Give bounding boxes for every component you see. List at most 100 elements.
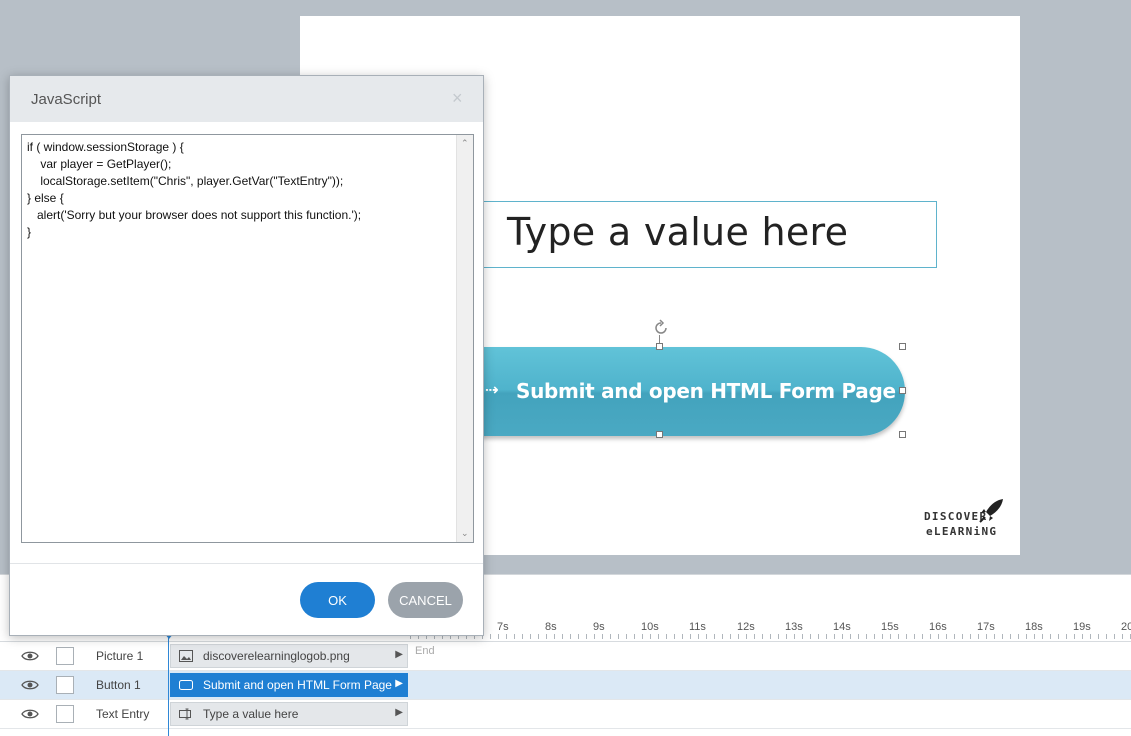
tick-label: 16s: [929, 621, 947, 633]
ruler-tick: [754, 634, 755, 639]
ruler-tick: [602, 634, 603, 639]
ruler-tick: [586, 634, 587, 639]
timeline-bar[interactable]: Type a value here ▶: [170, 702, 408, 726]
resize-handle-right[interactable]: [899, 387, 906, 394]
chevron-down-icon[interactable]: ⌄: [461, 528, 469, 539]
arrow-right-icon: ⇢: [485, 382, 499, 399]
tick-label: 13s: [785, 621, 803, 633]
ok-button[interactable]: OK: [300, 582, 375, 618]
playhead[interactable]: [168, 636, 169, 736]
ruler-tick: [722, 634, 723, 639]
timeline-row[interactable]: Button 1 Submit and open HTML Form Page …: [0, 671, 1131, 700]
resize-handle-top-right[interactable]: [899, 343, 906, 350]
ruler-tick: [522, 634, 523, 639]
eye-icon[interactable]: [21, 678, 39, 692]
ruler-tick: [594, 634, 595, 639]
timeline-bar[interactable]: discoverelearninglogob.png ▶: [170, 644, 408, 668]
resize-handle-bottom[interactable]: [656, 431, 663, 438]
row-name: Picture 1: [96, 649, 144, 663]
code-line: }: [27, 225, 32, 239]
tick-label: 17s: [977, 621, 995, 633]
ruler-tick: [674, 634, 675, 639]
ruler-tick: [1098, 634, 1099, 639]
ruler-tick: [834, 634, 835, 639]
javascript-code-input[interactable]: if ( window.sessionStorage ) { var playe…: [21, 134, 474, 543]
ruler-tick: [898, 634, 899, 639]
ruler-tick: [1034, 634, 1035, 639]
ruler-tick: [954, 634, 955, 639]
ruler-tick: [690, 634, 691, 639]
ruler-tick: [946, 634, 947, 639]
ruler-tick: [570, 634, 571, 639]
code-scrollbar[interactable]: ⌃ ⌄: [456, 135, 473, 542]
ruler-tick: [658, 634, 659, 639]
timeline-bar[interactable]: Submit and open HTML Form Page ▶: [170, 673, 408, 697]
ruler-tick: [1106, 634, 1107, 639]
ruler-tick: [930, 634, 931, 639]
ruler-tick: [666, 634, 667, 639]
eye-icon[interactable]: [21, 707, 39, 721]
ruler-tick: [938, 634, 939, 639]
ruler-tick: [634, 634, 635, 639]
eye-icon[interactable]: [21, 649, 39, 663]
dialog-header[interactable]: JavaScript ×: [10, 76, 483, 122]
expand-arrow-icon[interactable]: ▶: [395, 649, 403, 660]
text-entry-placeholder: Type a value here: [507, 210, 849, 254]
tick-label: 19s: [1073, 621, 1091, 633]
ruler-tick: [890, 634, 891, 639]
ruler-tick: [578, 634, 579, 639]
ruler-tick: [610, 634, 611, 639]
expand-arrow-icon[interactable]: ▶: [395, 707, 403, 718]
lock-checkbox[interactable]: [56, 705, 74, 723]
rocket-icon: [979, 499, 1003, 523]
ruler-tick: [682, 634, 683, 639]
discover-elearning-logo: DISCOVER eLEARNiNG: [924, 498, 1006, 542]
tick-label: 20: [1121, 621, 1131, 633]
ruler-tick: [746, 634, 747, 639]
ruler-tick: [842, 634, 843, 639]
ruler-tick: [986, 634, 987, 639]
ruler-tick: [1082, 634, 1083, 639]
tick-label: 18s: [1025, 621, 1043, 633]
lock-checkbox[interactable]: [56, 676, 74, 694]
ruler-tick: [1122, 634, 1123, 639]
dialog-title: JavaScript: [31, 91, 102, 108]
chevron-up-icon[interactable]: ⌃: [461, 138, 469, 149]
tick-label: 8s: [545, 621, 557, 633]
button-icon: [179, 680, 193, 690]
tick-label: 7s: [497, 621, 509, 633]
lock-checkbox[interactable]: [56, 647, 74, 665]
ruler-tick: [1010, 634, 1011, 639]
resize-handle-top[interactable]: [656, 343, 663, 350]
timeline-row[interactable]: Picture 1 discoverelearninglogob.png ▶: [0, 642, 1131, 671]
ruler-tick: [642, 634, 643, 639]
resize-handle-bottom-right[interactable]: [899, 431, 906, 438]
ruler-tick: [650, 634, 651, 639]
rotate-handle-icon[interactable]: [652, 319, 670, 337]
ruler-tick: [618, 634, 619, 639]
ruler-tick: [1018, 634, 1019, 639]
submit-button-label: Submit and open HTML Form Page: [516, 379, 896, 403]
ruler-tick: [850, 634, 851, 639]
ruler-tick: [970, 634, 971, 639]
tick-label: 14s: [833, 621, 851, 633]
ruler-tick: [1114, 634, 1115, 639]
code-line: localStorage.setItem("Chris", player.Get…: [27, 174, 344, 188]
timeline-row[interactable]: Text Entry Type a value here ▶: [0, 700, 1131, 729]
ruler-tick: [706, 634, 707, 639]
close-icon[interactable]: ×: [452, 88, 463, 109]
ruler-tick: [882, 634, 883, 639]
ruler-tick: [538, 634, 539, 639]
ruler-tick: [1042, 634, 1043, 639]
expand-arrow-icon[interactable]: ▶: [395, 678, 403, 689]
ruler-tick: [1050, 634, 1051, 639]
ruler-tick: [858, 634, 859, 639]
code-line: } else {: [27, 191, 64, 205]
ruler-tick: [978, 634, 979, 639]
ruler-tick: [498, 634, 499, 639]
cancel-button[interactable]: CANCEL: [388, 582, 463, 618]
ruler-tick: [1058, 634, 1059, 639]
ruler-tick: [1026, 634, 1027, 639]
ruler-tick: [698, 634, 699, 639]
ruler-tick: [1066, 634, 1067, 639]
